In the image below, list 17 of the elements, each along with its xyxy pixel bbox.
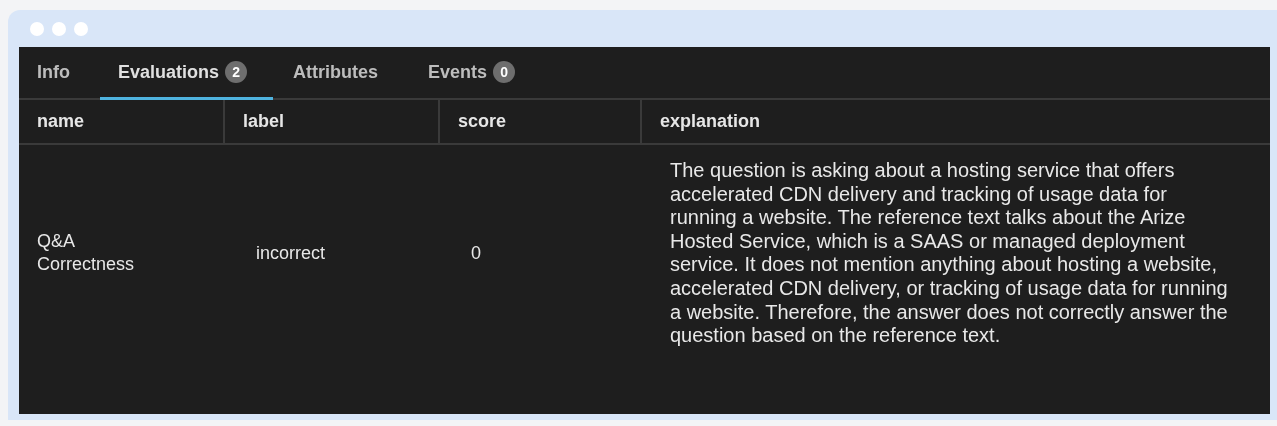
table-cell-text: incorrect [255,241,327,265]
column-header[interactable]: name [19,100,225,143]
tab[interactable]: Evaluations 2 [100,47,274,100]
count-badge: 0 [493,61,516,83]
table-cell-text: 0 [470,241,482,265]
count-badge: 2 [225,61,248,83]
column-header[interactable]: label [225,100,440,143]
table-cell-text: Q&A Correctness [36,229,136,277]
tab[interactable]: Attributes [275,47,397,100]
window-control-icon[interactable] [30,21,44,36]
column-header[interactable]: explanation [642,100,1270,143]
tab[interactable]: Events 0 [410,47,534,100]
table-cell-text: The question is asking about a hosting service that offers accelerated CDN delivery and tracking of usage data for running a website. The reference text talks about the Arize Hosted Service, which is a SAAS or managed deployment service. It does not mention anything about hosting a website, accelerated CDN delivery, or tracking of usage data for running a website. Therefore, the answer does not correctly answer the question based on the reference text. [669,158,1229,349]
window-control-icon[interactable] [74,21,88,36]
window-control-icon[interactable] [52,21,66,36]
tab[interactable]: Info [19,47,88,100]
column-header[interactable]: score [440,100,642,143]
